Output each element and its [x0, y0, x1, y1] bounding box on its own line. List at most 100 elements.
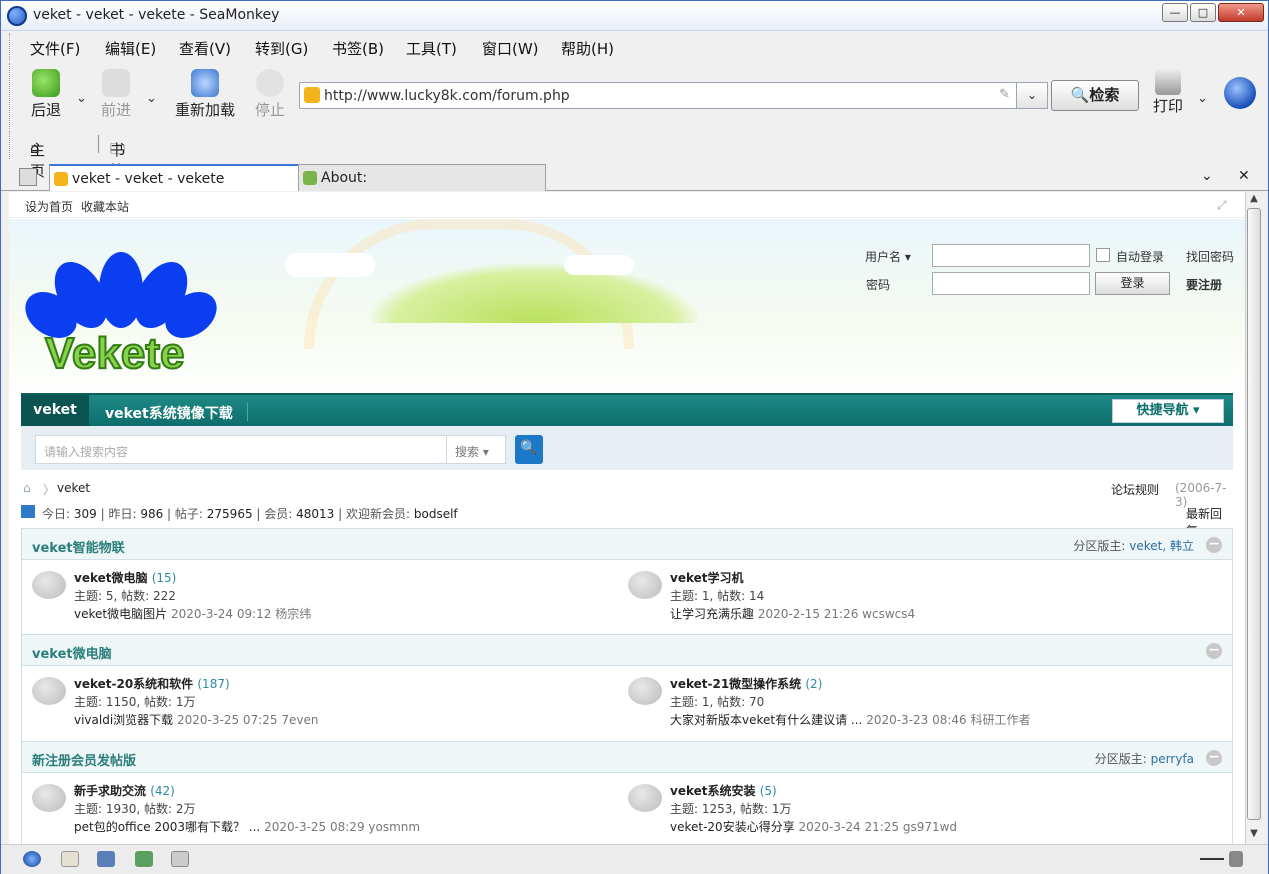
close-button[interactable]: ✕: [1218, 3, 1264, 22]
forum-rules-link[interactable]: 论坛规则: [1111, 481, 1159, 498]
navigator-icon[interactable]: [23, 851, 41, 867]
search-input[interactable]: 请输入搜索内容: [35, 435, 447, 464]
menu-bookmarks[interactable]: 书签(B): [332, 38, 384, 59]
menu-view[interactable]: 查看(V): [179, 38, 231, 59]
menu-file[interactable]: 文件(F): [30, 38, 80, 59]
print-button[interactable]: 打印: [1145, 69, 1191, 116]
url-history-dropdown[interactable]: ⌄: [1016, 82, 1048, 109]
collapse-icon[interactable]: −: [1206, 750, 1222, 766]
reload-icon: [191, 69, 219, 97]
vertical-scrollbar[interactable]: ▲ ▼: [1245, 192, 1262, 844]
stop-button[interactable]: 停止: [240, 69, 300, 127]
forum-name-link[interactable]: veket学习机: [670, 571, 744, 585]
username-label[interactable]: 用户名 ▾: [865, 248, 911, 265]
login-button[interactable]: 登录: [1095, 272, 1170, 295]
last-post-link[interactable]: pet包的office 2003哪有下载？ ...: [74, 820, 260, 834]
menu-tools[interactable]: 工具(T): [406, 38, 457, 59]
forum-name-link[interactable]: 新手求助交流: [74, 784, 146, 798]
back-button[interactable]: 后退: [16, 69, 76, 127]
breadcrumb-sep: 〉: [43, 483, 56, 497]
cloud-decoration: [285, 253, 375, 277]
address-bar[interactable]: http://www.lucky8k.com/forum.php ✎: [299, 82, 1017, 109]
forward-button[interactable]: 前进: [86, 69, 146, 127]
nav-item-veket[interactable]: veket: [21, 395, 89, 426]
scroll-down-icon[interactable]: ▼: [1246, 828, 1262, 843]
top-links-bar: 设为首页 收藏本站 ⤢: [9, 192, 1245, 218]
security-lock-icon[interactable]: [1229, 851, 1243, 867]
last-post-link[interactable]: veket微电脑图片: [74, 607, 167, 621]
close-tab-icon[interactable]: ✕: [1238, 168, 1250, 184]
forum-section: veket微电脑 − veket-20系统和软件 (187) 主题: 1150,…: [21, 634, 1233, 742]
forum-today-count: (2): [805, 677, 823, 691]
find-password-link[interactable]: 找回密码: [1186, 248, 1234, 265]
forum-name-link[interactable]: veket系统安装: [670, 784, 756, 798]
maximize-button[interactable]: □: [1190, 3, 1216, 22]
site-logo[interactable]: Vekete: [44, 328, 185, 379]
moderators-links[interactable]: veket, 韩立: [1129, 539, 1194, 553]
tab-veket[interactable]: veket - veket - vekete: [49, 164, 299, 191]
moderators-links[interactable]: perryfa: [1151, 752, 1194, 766]
search-submit-icon[interactable]: 🔍: [515, 435, 543, 464]
address-book-icon[interactable]: [171, 851, 189, 867]
last-post-link[interactable]: 让学习充满乐趣: [670, 607, 754, 621]
scrollbar-thumb[interactable]: [1247, 208, 1261, 820]
site-favicon: [304, 87, 320, 103]
menu-bar: 文件(F) 编辑(E) 查看(V) 转到(G) 书签(B) 工具(T) 窗口(W…: [9, 33, 1268, 61]
back-arrow-icon: [32, 69, 60, 97]
register-link[interactable]: 要注册: [1186, 276, 1222, 293]
menu-window[interactable]: 窗口(W): [482, 38, 539, 59]
auto-login-checkbox[interactable]: [1096, 248, 1110, 262]
personal-toolbar: ⌂主页 │ 🗀书签: [9, 131, 1268, 180]
forum-meta: 主题: 5, 帖数: 222: [74, 589, 176, 603]
scroll-up-icon[interactable]: ▲: [1246, 193, 1262, 208]
print-dropdown-icon[interactable]: ⌄: [1197, 91, 1208, 106]
fullscreen-icon[interactable]: ⤢: [1217, 198, 1227, 213]
forum-last-post: pet包的office 2003哪有下载？ ... 2020-3-25 08:2…: [74, 818, 420, 835]
tab-list-icon[interactable]: ⌄: [1201, 168, 1213, 184]
forward-dropdown-icon[interactable]: ⌄: [146, 91, 157, 106]
today-count: 309: [73, 507, 97, 521]
section-header: veket微电脑 −: [22, 635, 1232, 666]
last-post-link[interactable]: veket-20安装心得分享: [670, 820, 795, 834]
search-button[interactable]: 🔍检索: [1051, 80, 1139, 111]
search-type-select[interactable]: 搜索 ▾: [446, 435, 506, 464]
section-title[interactable]: 新注册会员发帖版: [32, 750, 136, 769]
forum-name-link[interactable]: veket微电脑: [74, 571, 148, 585]
home-icon[interactable]: ⌂: [23, 481, 31, 495]
username-input[interactable]: [932, 244, 1090, 267]
chat-icon[interactable]: [135, 851, 153, 867]
new-tab-icon[interactable]: [19, 168, 37, 186]
menu-go[interactable]: 转到(G): [255, 38, 308, 59]
tab-label: About:: [321, 170, 368, 186]
section-title[interactable]: veket智能物联: [32, 537, 125, 556]
bookmark-site-link[interactable]: 收藏本站: [81, 198, 129, 215]
reload-button[interactable]: 重新加载: [170, 69, 240, 127]
set-homepage-link[interactable]: 设为首页: [25, 198, 73, 215]
quick-nav-button[interactable]: 快捷导航 ▾: [1112, 399, 1224, 423]
breadcrumb: ⌂ 〉 veket 论坛规则 (2006-7-3): [21, 479, 1233, 509]
tab-about[interactable]: About:: [298, 164, 546, 191]
forum-today-count: (187): [197, 677, 230, 691]
magnifier-icon: 🔍: [1070, 86, 1090, 104]
menu-help[interactable]: 帮助(H): [561, 38, 614, 59]
nav-item-mirror-download[interactable]: veket系统镜像下载: [105, 403, 233, 423]
collapse-icon[interactable]: −: [1206, 537, 1222, 553]
last-post-link[interactable]: vivaldi浏览器下载: [74, 713, 173, 727]
newest-member-link[interactable]: bodself: [414, 507, 458, 521]
last-post-link[interactable]: 大家对新版本veket有什么建议请 ...: [670, 713, 862, 727]
breadcrumb-current[interactable]: veket: [57, 481, 90, 495]
forum-bubble-icon: [32, 677, 66, 705]
seamonkey-throbber-icon[interactable]: [1224, 77, 1256, 109]
password-input[interactable]: [932, 272, 1090, 295]
minimize-button[interactable]: —: [1162, 3, 1188, 22]
section-header: 新注册会员发帖版 分区版主: perryfa −: [22, 742, 1232, 773]
section-title[interactable]: veket微电脑: [32, 643, 112, 662]
menu-edit[interactable]: 编辑(E): [105, 38, 156, 59]
forum-name-link[interactable]: veket-21微型操作系统: [670, 677, 801, 691]
collapse-icon[interactable]: −: [1206, 643, 1222, 659]
forum-name-link[interactable]: veket-20系统和软件: [74, 677, 193, 691]
forum-bubble-icon: [628, 677, 662, 705]
stop-label: 停止: [254, 101, 285, 119]
mail-icon[interactable]: [61, 851, 79, 867]
composer-icon[interactable]: [97, 851, 115, 867]
